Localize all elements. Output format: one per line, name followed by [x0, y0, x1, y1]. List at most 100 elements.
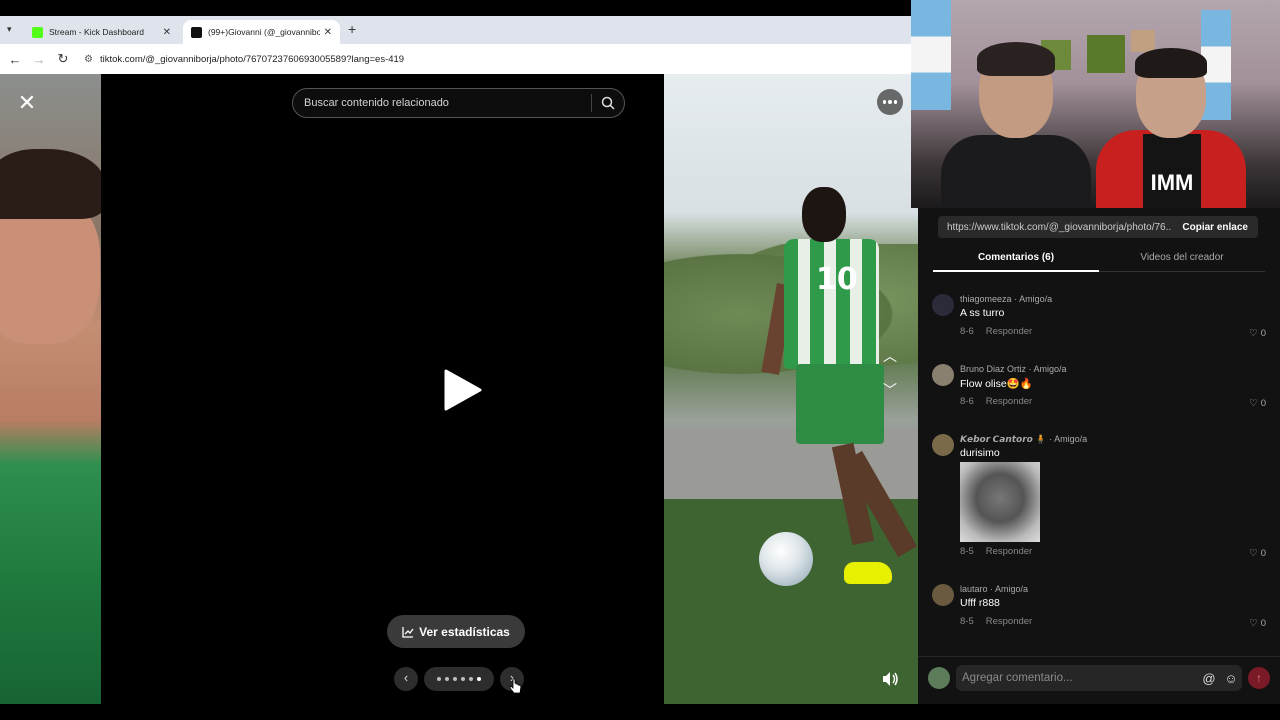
comment-relation: · Amigo/a: [1014, 294, 1053, 304]
comments-sidebar: https://www.tiktok.com/@_giovanniborja/p…: [918, 208, 1280, 704]
heart-icon: ♡: [1249, 398, 1258, 409]
comment-input-bar: Agregar comentario... @ ☺ ↑: [918, 656, 1280, 704]
page-dot[interactable]: [461, 677, 465, 681]
comment-text: Ufff r888: [960, 597, 1000, 609]
soccer-ball: [759, 532, 813, 586]
comment-sticker-image: [960, 462, 1040, 542]
comment-relation: · Amigo/a: [1049, 434, 1088, 444]
player-shoe: [844, 562, 892, 584]
page-dots: [424, 667, 494, 691]
like-button[interactable]: ♡ 0: [1249, 398, 1266, 409]
streamer-left: [941, 40, 1091, 208]
player-head: [802, 187, 846, 242]
send-arrow-icon[interactable]: ↑: [1248, 667, 1270, 689]
heart-icon: ♡: [1249, 618, 1258, 629]
copy-link-button[interactable]: Copiar enlace: [1172, 222, 1258, 233]
view-stats-label: Ver estadísticas: [419, 624, 510, 639]
tab-title: Stream - Kick Dashboard: [49, 27, 144, 37]
avatar[interactable]: [932, 364, 954, 386]
tab-kick-dashboard[interactable]: Stream - Kick Dashboard ✕: [24, 20, 179, 44]
share-link-row: https://www.tiktok.com/@_giovanniborja/p…: [938, 216, 1258, 238]
tab-tiktok[interactable]: (99+)Giovanni (@_giovanniborj ✕: [183, 20, 340, 44]
address-bar: ← → ↻ ⚙ tiktok.com/@_giovanniborja/photo…: [0, 44, 911, 74]
avatar[interactable]: [932, 584, 954, 606]
tab-comments[interactable]: Comentarios (6): [933, 248, 1099, 272]
back-arrow-icon[interactable]: ←: [3, 52, 27, 67]
tab-title: (99+)Giovanni (@_giovanniborj: [208, 27, 320, 37]
comment-item: Bruno Diaz Ortiz · Amigo/a Flow olise🤩🔥 …: [932, 364, 1266, 414]
close-tab-icon[interactable]: ✕: [324, 27, 332, 38]
comment-author[interactable]: 𝙆𝙚𝙗𝙤𝙧 𝘾𝙖𝙣𝙩𝙤𝙧𝙤 🧍: [960, 434, 1047, 444]
sidebar-tabs: Comentarios (6) Videos del creador: [933, 248, 1265, 272]
like-button[interactable]: ♡ 0: [1249, 548, 1266, 559]
page-dot[interactable]: [477, 677, 481, 681]
like-button[interactable]: ♡ 0: [1249, 618, 1266, 629]
comment-placeholder: Agregar comentario...: [962, 672, 1073, 684]
streamer-webcam: IMM: [911, 0, 1280, 208]
page-dot[interactable]: [453, 677, 457, 681]
comment-date: 8-5: [960, 546, 974, 557]
site-info-icon[interactable]: ⚙: [84, 54, 93, 65]
like-count: 0: [1260, 398, 1266, 409]
search-icon[interactable]: [592, 96, 624, 110]
comment-text: durisimo: [960, 447, 1000, 459]
jersey-number: 10: [816, 262, 858, 297]
chevron-down-icon[interactable]: ﹀: [883, 380, 897, 400]
view-stats-button[interactable]: Ver estadísticas: [387, 615, 525, 648]
previous-photo-blurred: [0, 74, 101, 704]
comment-date: 8-5: [960, 616, 974, 627]
like-button[interactable]: ♡ 0: [1249, 328, 1266, 339]
like-count: 0: [1260, 618, 1266, 629]
streamer-right: IMM: [1091, 48, 1251, 208]
chart-icon: [402, 626, 414, 638]
player-shorts: [796, 364, 884, 444]
shirt-print: IMM: [1143, 134, 1201, 208]
like-count: 0: [1260, 328, 1266, 339]
kick-favicon-icon: [32, 26, 43, 38]
comment-author[interactable]: Bruno Diaz Ortiz: [960, 364, 1026, 374]
new-tab-icon[interactable]: +: [348, 21, 356, 37]
comment-item: thiagomeeza · Amigo/a A ss turro 8-6 Resp…: [932, 294, 1266, 344]
tab-list-icon[interactable]: ▾: [7, 24, 12, 35]
comment-date: 8-6: [960, 396, 974, 407]
player-jersey: [784, 239, 879, 369]
comment-relation: · Amigo/a: [990, 584, 1029, 594]
browser-tab-strip: ▾ Stream - Kick Dashboard ✕ (99+)Giovann…: [0, 16, 911, 44]
forward-arrow-icon[interactable]: →: [27, 52, 51, 67]
reply-button[interactable]: Responder: [986, 396, 1032, 407]
related-search-bar[interactable]: Buscar contenido relacionado: [292, 88, 625, 118]
page-dot[interactable]: [469, 677, 473, 681]
avatar[interactable]: [932, 434, 954, 456]
mention-icon[interactable]: @: [1198, 671, 1220, 686]
play-icon[interactable]: [440, 368, 484, 412]
comment-text: Flow olise🤩🔥: [960, 378, 1033, 390]
comment-relation: · Amigo/a: [1028, 364, 1067, 374]
photo-pager: ‹ ›: [394, 667, 524, 691]
mouse-pointer-icon: [510, 678, 522, 694]
avatar[interactable]: [932, 294, 954, 316]
emoji-icon[interactable]: ☺: [1220, 671, 1242, 686]
close-icon[interactable]: ✕: [14, 90, 40, 116]
url-text: tiktok.com/@_giovanniborja/photo/7670723…: [99, 53, 405, 65]
comment-input[interactable]: Agregar comentario... @ ☺: [956, 665, 1242, 691]
page-dot[interactable]: [437, 677, 441, 681]
reload-icon[interactable]: ↻: [51, 51, 75, 67]
reply-button[interactable]: Responder: [986, 326, 1032, 337]
chevron-up-icon[interactable]: ︿: [883, 346, 897, 366]
url-field[interactable]: ⚙ tiktok.com/@_giovanniborja/photo/76707…: [84, 48, 904, 70]
comment-author[interactable]: thiagomeeza: [960, 294, 1012, 304]
person-hair: [0, 149, 101, 219]
comment-date: 8-6: [960, 326, 974, 337]
comment-author[interactable]: lautaro: [960, 584, 988, 594]
tiktok-photo-viewer: ✕ Buscar contenido relacionado Ver estad…: [0, 74, 918, 704]
prev-photo-button[interactable]: ‹: [394, 667, 418, 691]
tab-creator-videos[interactable]: Videos del creador: [1099, 248, 1265, 272]
reply-button[interactable]: Responder: [986, 546, 1032, 557]
more-options-icon[interactable]: [877, 89, 903, 115]
reply-button[interactable]: Responder: [986, 616, 1032, 627]
page-dot[interactable]: [445, 677, 449, 681]
close-tab-icon[interactable]: ✕: [163, 27, 171, 38]
heart-icon: ♡: [1249, 548, 1258, 559]
volume-icon[interactable]: [877, 666, 903, 692]
soccer-photo: 10: [664, 74, 918, 704]
